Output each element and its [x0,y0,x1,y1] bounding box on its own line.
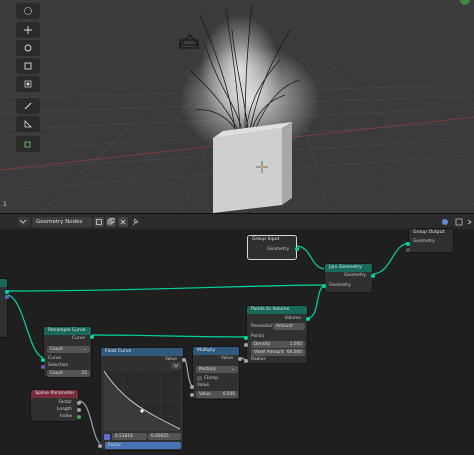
resample-mode-value: Count [50,347,63,352]
multiply-value2-label: Value [199,392,211,397]
density-socket[interactable] [244,343,248,347]
float-curve-title: Float Curve [101,348,183,356]
group-output-empty-socket[interactable] [406,248,410,252]
zoom-in-icon[interactable] [104,363,118,369]
link-input-to-resample [7,294,45,359]
points-to-volume-title: Points to Volume [247,306,307,314]
join-geometry-out-socket[interactable] [371,274,375,278]
clamp-checkbox[interactable] [197,376,202,381]
delete-point-icon[interactable] [104,434,110,440]
operation-value: Multiply [199,367,216,372]
group-output-geometry-socket[interactable] [406,242,410,246]
group-input-title: Group Input [248,236,296,244]
multiply-node[interactable]: Multiply Value Multiply ⌄ Clamp Value Va… [190,346,242,400]
multiply-title: Multiply [193,347,239,355]
resample-curve-out-label: Curve [72,336,85,341]
curve-point-x-field[interactable]: 0.51818 [112,433,147,440]
left-geometry-socket[interactable] [5,290,9,294]
points-socket[interactable] [244,336,248,340]
link-join-to-output [371,242,411,275]
density-label: Density [254,342,271,347]
points-label: Points [251,334,265,339]
clamp-label: Clamp [204,376,219,381]
link-spline-to-floatcurve [78,400,103,445]
count-field[interactable]: Count 25 [47,370,90,377]
left-vector-socket[interactable] [5,295,9,299]
group-input-geometry-socket[interactable] [295,247,299,251]
spline-length-label: Length [56,407,72,412]
selection-label: Selection [48,363,69,368]
join-geometry-title: Join Geometry [325,264,372,272]
points-to-volume-out-label: Volume [284,316,301,321]
group-output-node[interactable]: Group Output Geometry [406,228,454,253]
factor-field[interactable]: Factor [105,442,181,449]
dropdown-chevron-icon: ⌄ [83,347,87,352]
group-input-node[interactable]: Group Input Geometry [247,235,299,260]
group-output-title: Group Output [409,229,453,237]
multiply-value2-field[interactable]: Value 0.500 [196,391,238,398]
resolution-label: Resolution [251,324,274,329]
spline-factor-label: Factor [58,400,72,405]
multiply-out-label: Value [220,356,233,361]
spline-index-label: Index [59,414,72,419]
spline-length-socket[interactable] [77,408,81,412]
join-geometry-out-label: Geometry [344,273,366,278]
join-geometry-node[interactable]: Join Geometry Geometry Geometry [322,263,375,293]
count-value: 25 [81,371,87,376]
link-resample-to-points [91,334,249,338]
resample-curve-in-socket[interactable] [41,358,45,362]
curve-mapping-widget[interactable] [104,371,180,431]
spline-parameter-node[interactable]: Spline Parameter Factor Length Index [30,389,81,422]
radius-socket[interactable] [244,359,248,363]
resolution-dropdown[interactable]: Amount [273,323,305,330]
multiply-value2-socket[interactable] [190,393,194,397]
float-curve-node[interactable]: Float Curve Value 0.51818 0.40625 Factor [98,347,186,451]
link-group-input-to-join [295,245,327,270]
resample-curve-in-label: Curve [48,356,61,361]
dropdown-chevron-icon: ⌄ [231,367,235,372]
spline-index-socket[interactable] [77,415,81,419]
selection-socket[interactable] [41,365,45,369]
voxel-amount-label: Voxel Amount [254,350,284,355]
group-output-geometry-label: Geometry [413,239,435,244]
points-to-volume-out-socket[interactable] [306,317,310,321]
multiply-value2-value: 0.500 [222,392,235,397]
voxel-amount-field[interactable]: Voxel Amount 64.000 [251,349,305,356]
multiply-out-socket[interactable] [238,357,242,361]
join-geometry-in-socket[interactable] [322,284,326,288]
link-input-to-join [7,284,327,292]
resample-curve-node[interactable]: Resample Curve Curve Count ⌄ Curve Selec… [41,326,94,378]
curve-point-y-field[interactable]: 0.40625 [148,433,181,440]
partial-node-left[interactable] [0,278,9,338]
resample-mode-dropdown[interactable]: Count ⌄ [47,346,90,353]
resample-curve-title: Resample Curve [44,327,91,335]
join-geometry-in-label: Geometry [329,283,351,288]
density-value: 1.000 [289,342,302,347]
group-input-geometry-label: Geometry [267,247,289,252]
operation-dropdown[interactable]: Multiply ⌄ [196,366,238,373]
density-field[interactable]: Density 1.000 [251,341,305,348]
spline-parameter-title: Spline Parameter [31,390,78,398]
factor-socket[interactable] [98,444,102,448]
resample-curve-out-socket[interactable] [90,335,94,339]
radius-label: Radius [251,357,266,362]
float-curve-out-socket[interactable] [182,358,186,362]
multiply-value-label: Value [197,383,210,388]
spline-factor-socket[interactable] [77,401,81,405]
points-to-volume-node[interactable]: Points to Volume Volume Resolution Amoun… [244,305,310,364]
count-label: Count [50,371,63,376]
voxel-amount-value: 64.000 [286,350,302,355]
curve-tools-icon[interactable] [171,362,181,369]
multiply-value-socket[interactable] [190,385,194,389]
